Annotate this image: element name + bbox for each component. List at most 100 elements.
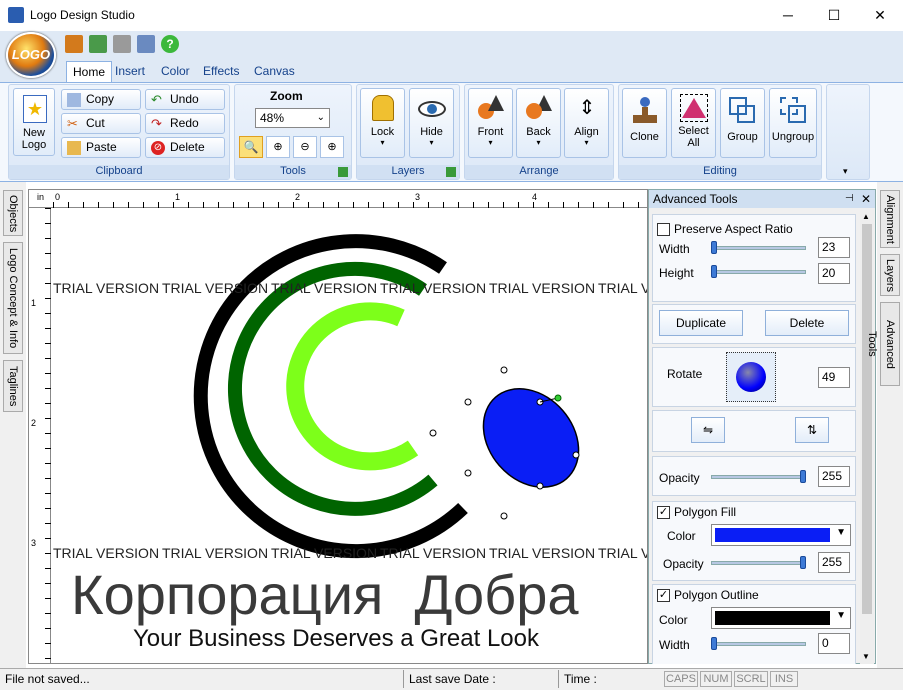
flip-vertical-icon[interactable]: ⇅: [795, 417, 829, 443]
polygon-fill-checkbox[interactable]: ✓: [657, 506, 670, 519]
help-icon[interactable]: ?: [161, 35, 179, 53]
scroll-down-icon[interactable]: ▼: [862, 652, 870, 661]
flip-section: ⇋ ⇅: [652, 410, 856, 452]
polygon-outline-checkbox[interactable]: ✓: [657, 589, 670, 602]
tab-taglines[interactable]: Taglines: [3, 360, 23, 412]
undo-label: Undo: [170, 92, 199, 106]
scrollbar-thumb[interactable]: [862, 224, 872, 614]
front-button[interactable]: Front ▾: [468, 88, 513, 158]
tagline[interactable]: Your Business Deserves a Great Look: [133, 625, 539, 653]
tools-launcher-icon[interactable]: [338, 167, 348, 177]
hide-button[interactable]: Hide ▾: [409, 88, 454, 158]
ribbon-overflow[interactable]: ▾: [826, 84, 870, 180]
polygon-outline-label: Polygon Outline: [674, 588, 759, 602]
rotate-section: Rotate 49: [652, 347, 856, 407]
title-bar: Logo Design Studio ─ ☐ ✕: [0, 0, 903, 31]
tab-advanced-tools[interactable]: Advanced Tools: [866, 302, 900, 386]
tab-alignment[interactable]: Alignment: [880, 190, 900, 248]
design-page[interactable]: TRIAL VERSION TRIAL VERSION TRIAL VERSIO…: [53, 210, 647, 662]
polygon-fill-label: Polygon Fill: [674, 505, 737, 519]
lock-label: Lock: [370, 126, 395, 138]
scroll-up-icon[interactable]: ▲: [862, 212, 870, 221]
height-input[interactable]: 20: [818, 263, 850, 284]
back-button[interactable]: Back ▾: [516, 88, 561, 158]
tab-effects[interactable]: Effects: [197, 61, 245, 82]
company-name[interactable]: Корпорация Добра: [71, 562, 579, 627]
save-icon[interactable]: [65, 35, 83, 53]
arrange-group-label: Arrange: [465, 165, 613, 179]
tab-color[interactable]: Color: [155, 61, 196, 82]
width-input[interactable]: 23: [818, 237, 850, 258]
width-slider-thumb[interactable]: [711, 241, 717, 254]
outline-width-slider-thumb[interactable]: [711, 637, 717, 650]
panel-close-icon[interactable]: ✕: [861, 190, 871, 208]
fill-opacity-slider[interactable]: [711, 561, 806, 565]
watermark-text: TRIAL VERSION: [598, 545, 647, 561]
close-button[interactable]: ✕: [857, 0, 903, 31]
panel-delete-button[interactable]: Delete: [765, 310, 849, 336]
zoom-select[interactable]: 48% ⌄: [255, 108, 330, 128]
height-slider[interactable]: [711, 270, 806, 274]
align-label: Align: [574, 126, 599, 138]
minimize-button[interactable]: ─: [765, 0, 811, 31]
cut-button[interactable]: ✂ Cut: [61, 113, 141, 134]
back-label: Back: [526, 126, 551, 138]
fill-opacity-input[interactable]: 255: [818, 552, 850, 573]
lock-button[interactable]: Lock ▾: [360, 88, 405, 158]
tab-layers[interactable]: Layers: [880, 254, 900, 296]
align-button[interactable]: ⇕ Align ▾: [564, 88, 609, 158]
fill-color-select[interactable]: ▼: [711, 524, 851, 546]
redo-button[interactable]: ↷ Redo: [145, 113, 225, 134]
fill-opacity-slider-thumb[interactable]: [800, 556, 806, 569]
tab-logo-concept[interactable]: Logo Concept & Info: [3, 242, 23, 354]
layers-launcher-icon[interactable]: [446, 167, 456, 177]
app-menu-orb[interactable]: LOGO: [6, 32, 56, 78]
tab-objects[interactable]: Objects: [3, 190, 23, 236]
preserve-aspect-checkbox[interactable]: [657, 223, 670, 236]
opacity-slider-thumb[interactable]: [800, 470, 806, 483]
preview-icon[interactable]: [137, 35, 155, 53]
tab-canvas[interactable]: Canvas: [248, 61, 301, 82]
delete-button[interactable]: ⊘ Delete: [145, 137, 225, 158]
outline-width-input[interactable]: 0: [818, 633, 850, 654]
zoom-tool-icon[interactable]: 🔍: [239, 136, 263, 158]
copy-button[interactable]: Copy: [61, 89, 141, 110]
zoom-out-icon[interactable]: ⊖: [293, 136, 317, 158]
layers-group-label: Layers: [357, 165, 459, 179]
select-all-button[interactable]: Select All: [671, 88, 716, 158]
zoom-fit-icon[interactable]: ⊕: [320, 136, 344, 158]
paste-icon: [67, 141, 81, 155]
rotate-dial[interactable]: [726, 352, 776, 402]
middle-arc: [227, 261, 438, 516]
outline-color-select[interactable]: ▼: [711, 607, 851, 629]
status-separator: [558, 670, 559, 688]
flip-horizontal-icon[interactable]: ⇋: [691, 417, 725, 443]
opacity-slider[interactable]: [711, 475, 806, 479]
group-icon: [729, 97, 757, 125]
paste-button[interactable]: Paste: [61, 137, 141, 158]
zoom-in-icon[interactable]: ⊕: [266, 136, 290, 158]
new-logo-button[interactable]: ★ New Logo: [13, 88, 55, 156]
export-icon[interactable]: [89, 35, 107, 53]
outline-color-swatch: [715, 611, 830, 625]
clipboard-group-label: Clipboard: [9, 165, 229, 179]
rotate-input[interactable]: 49: [818, 367, 850, 388]
height-slider-thumb[interactable]: [711, 265, 717, 278]
print-icon[interactable]: [113, 35, 131, 53]
panel-header: Advanced Tools ⊣ ✕: [649, 190, 875, 208]
tab-insert[interactable]: Insert: [109, 61, 151, 82]
outline-width-slider[interactable]: [711, 642, 806, 646]
ungroup-button[interactable]: Ungroup: [769, 88, 817, 158]
width-slider[interactable]: [711, 246, 806, 250]
ruler-tick-label: 4: [532, 192, 538, 202]
tab-home[interactable]: Home: [66, 61, 113, 82]
clone-button[interactable]: Clone: [622, 88, 667, 158]
panel-scrollbar[interactable]: ▲ ▼: [860, 210, 874, 664]
duplicate-button[interactable]: Duplicate: [659, 310, 743, 336]
maximize-button[interactable]: ☐: [811, 0, 857, 31]
group-button[interactable]: Group: [720, 88, 765, 158]
undo-button[interactable]: ↶ Undo: [145, 89, 225, 110]
opacity-input[interactable]: 255: [818, 466, 850, 487]
canvas-area[interactable]: in 0 1 2 3 4 1 2 3 TRIAL VERSION TRIAL V…: [28, 189, 648, 664]
pin-icon[interactable]: ⊣: [845, 190, 854, 208]
